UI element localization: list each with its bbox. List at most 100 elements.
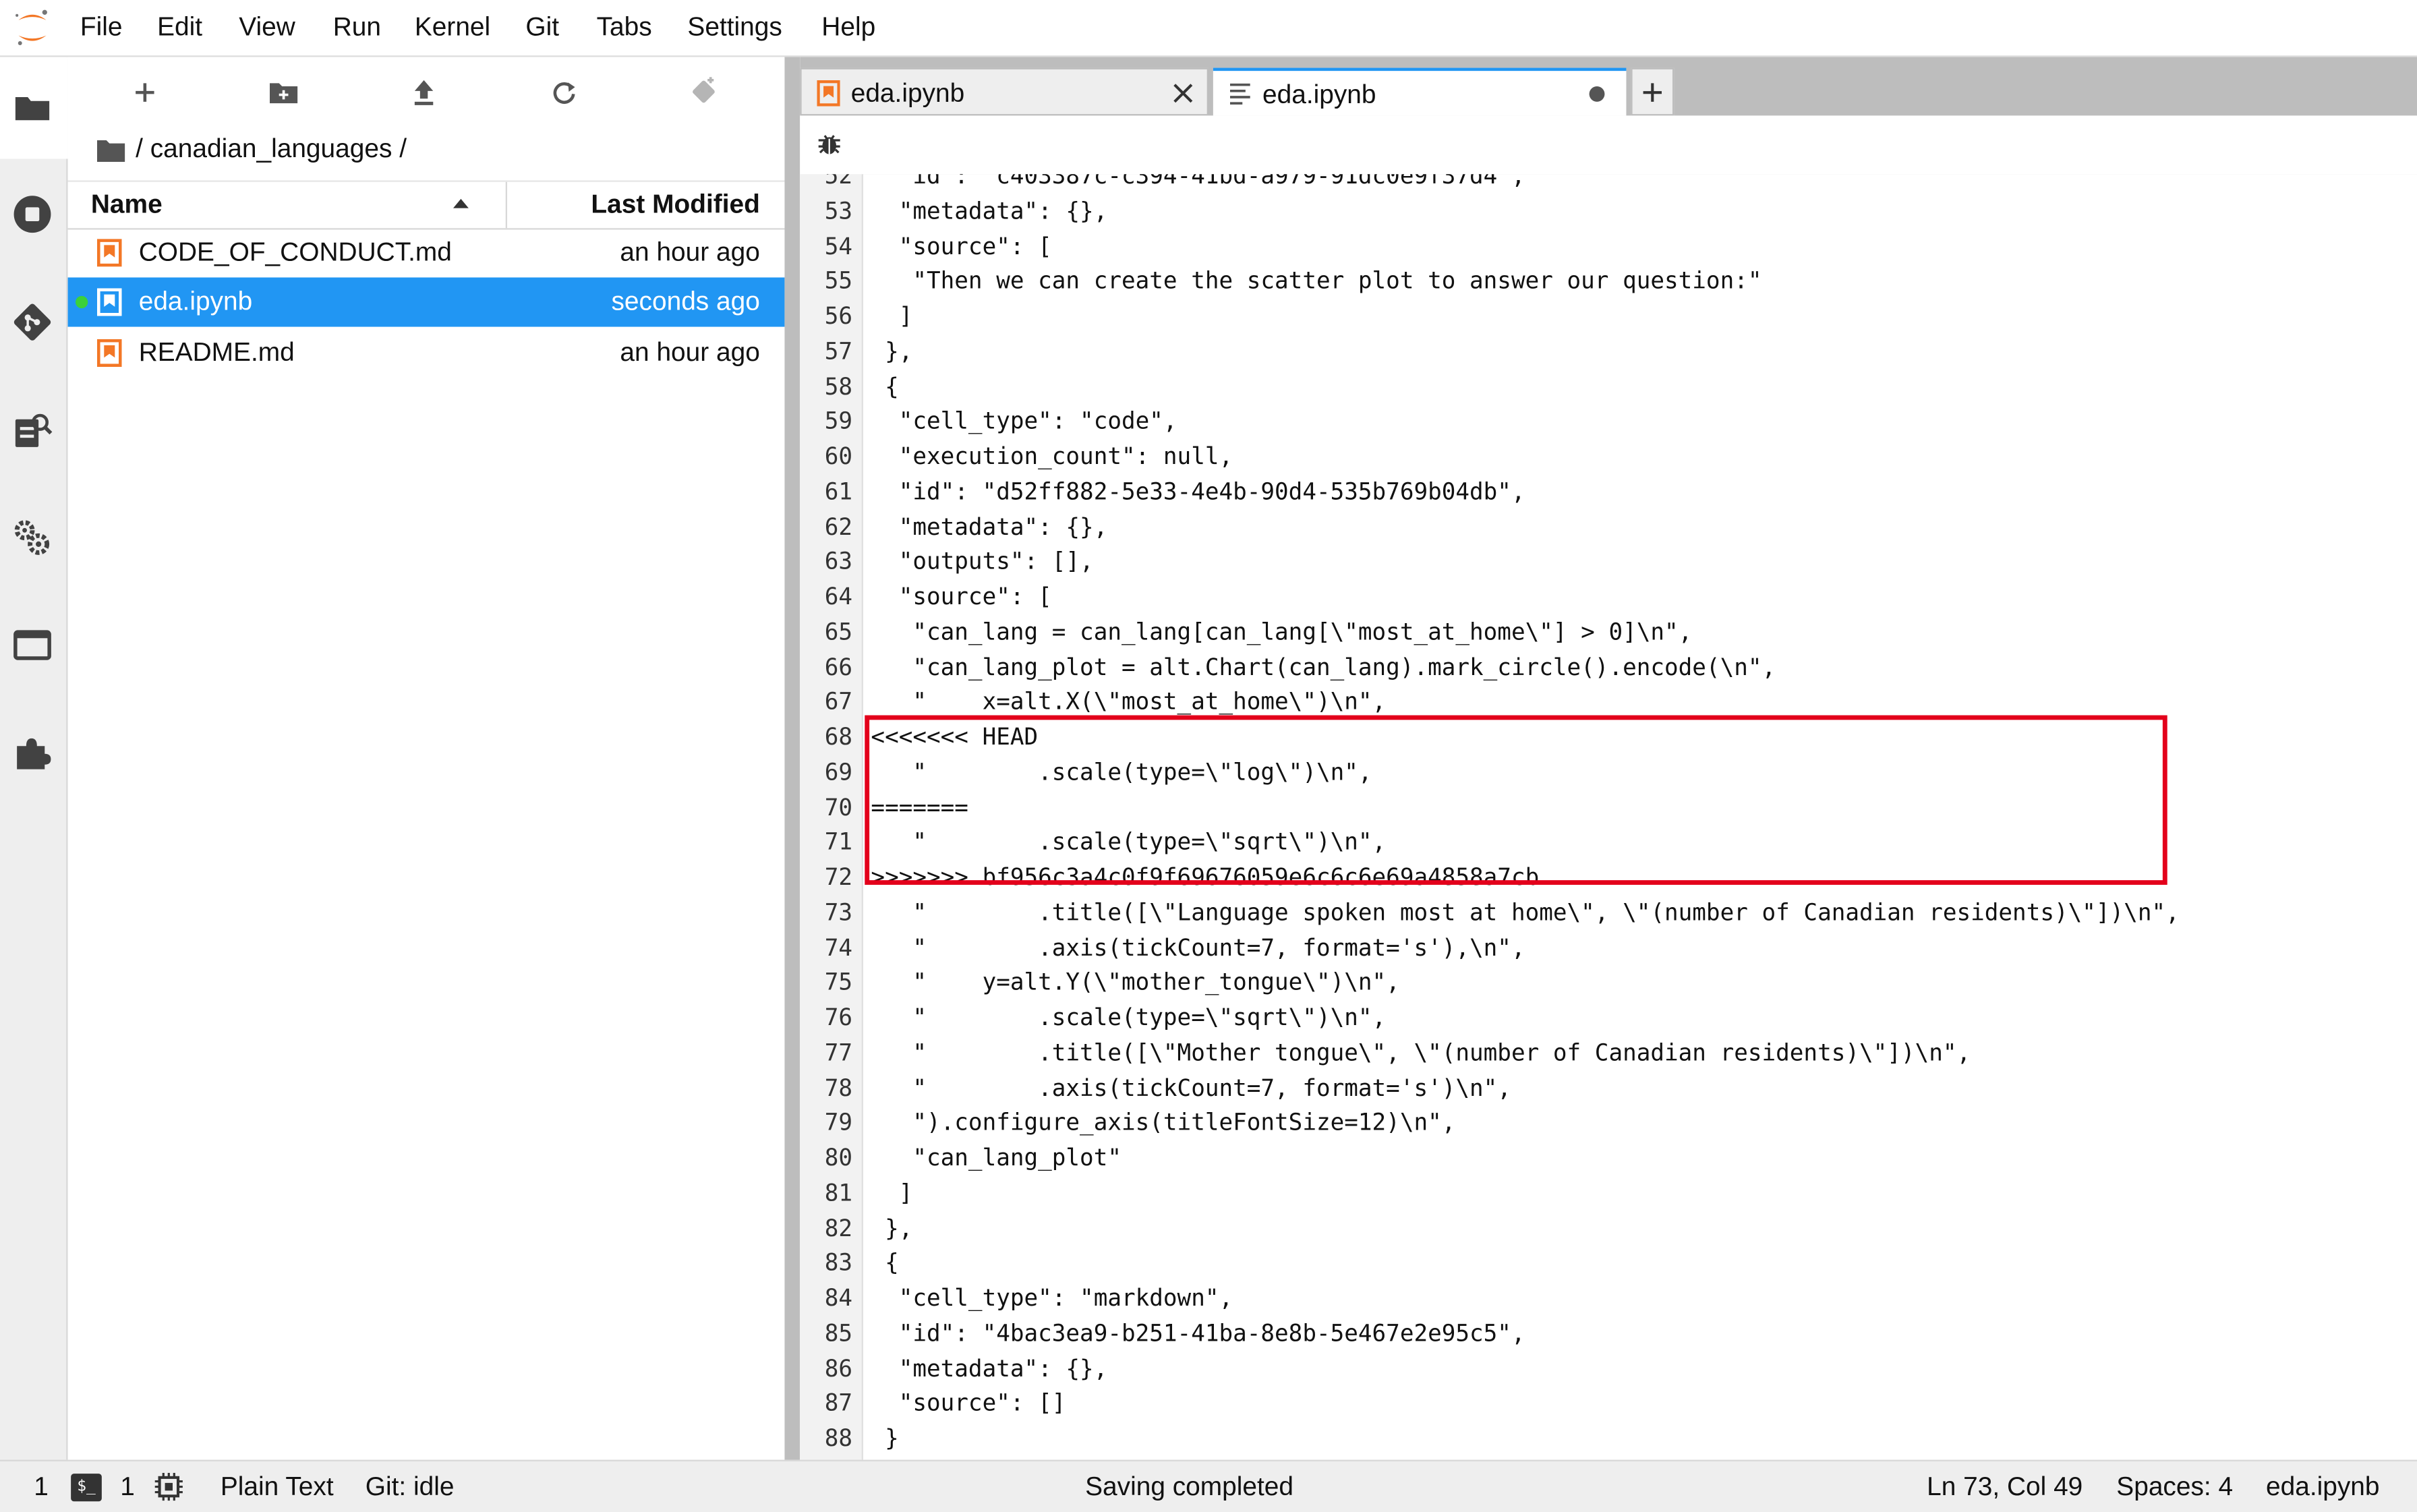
line-number: 63 bbox=[824, 548, 852, 576]
indentation[interactable]: Spaces: 4 bbox=[2116, 1461, 2233, 1512]
extensions-puzzle-icon[interactable] bbox=[12, 732, 52, 772]
column-last-modified[interactable]: Last Modified bbox=[591, 182, 759, 229]
merge-conflict-highlight bbox=[865, 715, 2167, 885]
menu-help[interactable]: Help bbox=[821, 0, 875, 55]
line-number: 66 bbox=[824, 653, 852, 681]
code-line[interactable]: "id": "4bac3ea9-b251-41ba-8e8b-5e467e2e9… bbox=[871, 1319, 1525, 1347]
code-line[interactable]: "cell_type": "code", bbox=[871, 407, 1177, 435]
column-divider[interactable] bbox=[505, 181, 508, 229]
kernel-chip-icon[interactable] bbox=[154, 1472, 183, 1501]
code-line[interactable]: ] bbox=[871, 1179, 913, 1206]
code-line[interactable]: "can_lang_plot" bbox=[871, 1144, 1122, 1171]
menu-view[interactable]: View bbox=[239, 0, 295, 55]
code-line[interactable]: " .axis(tickCount=7, format='s')\n", bbox=[871, 1074, 1511, 1101]
code-line[interactable]: "metadata": {}, bbox=[871, 197, 1108, 225]
cursor-position[interactable]: Ln 73, Col 49 bbox=[1927, 1461, 2083, 1512]
file-row-code-of-conduct[interactable]: CODE_OF_CONDUCT.md an hour ago bbox=[68, 228, 785, 277]
menu-tabs[interactable]: Tabs bbox=[597, 0, 652, 55]
line-number: 57 bbox=[824, 337, 852, 366]
code-line[interactable]: "source": [ bbox=[871, 583, 1052, 610]
line-number: 80 bbox=[824, 1144, 852, 1172]
column-name[interactable]: Name bbox=[91, 182, 163, 229]
terminal-count[interactable]: 1 bbox=[34, 1461, 49, 1512]
folder-icon[interactable] bbox=[12, 88, 52, 127]
code-line[interactable]: }, bbox=[871, 337, 912, 365]
code-line[interactable]: }, bbox=[871, 1214, 912, 1242]
folder-icon[interactable] bbox=[96, 137, 127, 163]
status-message: Saving completed bbox=[1085, 1472, 1294, 1502]
code-line[interactable]: "execution_count": null, bbox=[871, 442, 1233, 470]
panel-splitter[interactable] bbox=[784, 57, 800, 1460]
code-line[interactable]: "can_lang_plot = alt.Chart(can_lang).mar… bbox=[871, 653, 1776, 680]
jupyter-logo-icon[interactable] bbox=[12, 6, 52, 49]
left-sidebar-tabs bbox=[0, 57, 68, 1460]
line-number: 58 bbox=[824, 372, 852, 401]
kernel-count[interactable]: 1 bbox=[120, 1461, 135, 1512]
line-number: 55 bbox=[824, 267, 852, 295]
settings-gears-icon[interactable] bbox=[12, 518, 52, 558]
upload-icon[interactable] bbox=[403, 72, 446, 112]
code-line[interactable]: " .scale(type=\"sqrt\")\n", bbox=[871, 1004, 1386, 1031]
code-line[interactable]: " .title([\"Language spoken most at home… bbox=[871, 898, 2179, 926]
code-line[interactable]: ] bbox=[871, 302, 913, 330]
code-line[interactable]: { bbox=[871, 372, 899, 400]
code-line[interactable]: "source": [] bbox=[871, 1389, 1066, 1417]
menu-run[interactable]: Run bbox=[333, 0, 381, 55]
git-icon[interactable] bbox=[12, 302, 52, 342]
code-line[interactable]: "cell_type": "markdown", bbox=[871, 1284, 1233, 1312]
markdown-file-icon bbox=[97, 239, 122, 267]
new-folder-icon[interactable] bbox=[262, 72, 305, 112]
menu-kernel[interactable]: Kernel bbox=[415, 0, 490, 55]
code-line[interactable]: ").configure_axis(titleFontSize=12)\n", bbox=[871, 1109, 1455, 1136]
plus-icon bbox=[1643, 83, 1662, 102]
current-file: eda.ipynb bbox=[2266, 1472, 2380, 1502]
code-line[interactable]: } bbox=[871, 1424, 899, 1452]
refresh-icon[interactable] bbox=[543, 72, 586, 112]
code-line[interactable]: "Then we can create the scatter plot to … bbox=[871, 267, 1761, 295]
debugger-bug-icon[interactable] bbox=[817, 131, 842, 156]
line-number: 68 bbox=[824, 723, 852, 751]
code-line[interactable]: "outputs": [], bbox=[871, 548, 1094, 575]
code-line[interactable]: "source": [ bbox=[871, 232, 1052, 260]
terminal-icon[interactable]: $_ bbox=[71, 1474, 102, 1502]
tab-eda-text-editor[interactable]: eda.ipynb bbox=[1213, 67, 1627, 116]
line-number: 69 bbox=[824, 758, 852, 786]
file-row-readme[interactable]: README.md an hour ago bbox=[68, 328, 785, 378]
code-line[interactable]: "can_lang = can_lang[can_lang[\"most_at_… bbox=[871, 618, 1692, 645]
code-line[interactable]: " .title([\"Mother tongue\", \"(number o… bbox=[871, 1039, 1971, 1066]
close-icon[interactable] bbox=[1173, 83, 1193, 103]
menu-git[interactable]: Git bbox=[525, 0, 559, 55]
menu-edit[interactable]: Edit bbox=[157, 0, 202, 55]
code-line[interactable]: { bbox=[871, 1249, 899, 1277]
new-launcher-plus-icon[interactable] bbox=[123, 72, 167, 112]
main-dock-area: eda.ipynb eda.ipynb 52 53 54 55 56 57 58… bbox=[800, 57, 2417, 1460]
tabs-panel-icon[interactable] bbox=[12, 624, 52, 664]
file-row-eda-notebook[interactable]: eda.ipynb seconds ago bbox=[67, 277, 785, 327]
code-line[interactable]: " .axis(tickCount=7, format='s'),\n", bbox=[871, 933, 1525, 961]
property-inspector-icon[interactable] bbox=[12, 410, 53, 450]
menu-file[interactable]: File bbox=[80, 0, 123, 55]
tab-eda-notebook[interactable]: eda.ipynb bbox=[800, 67, 1209, 116]
breadcrumb-path[interactable]: / canadian_languages / bbox=[136, 131, 407, 168]
file-mode[interactable]: Plain Text bbox=[221, 1461, 334, 1512]
running-sessions-icon[interactable] bbox=[12, 194, 52, 234]
code-line[interactable]: " y=alt.Y(\"mother_tongue\")\n", bbox=[871, 968, 1400, 996]
line-number: 87 bbox=[824, 1389, 852, 1418]
git-clone-icon[interactable] bbox=[681, 72, 724, 112]
line-number: 81 bbox=[824, 1179, 852, 1207]
unsaved-dot-icon[interactable] bbox=[1589, 86, 1605, 102]
code-line[interactable]: "metadata": {}, bbox=[871, 1354, 1108, 1382]
code-line[interactable]: "id": "d52ff882-5e33-4e4b-90d4-535b769b0… bbox=[871, 477, 1525, 505]
code-editor[interactable]: 52 53 54 55 56 57 58 59 60 61 62 63 64 65 66 67 68 69 70 71… bbox=[800, 174, 2417, 1460]
text-file-icon bbox=[1230, 83, 1250, 105]
code-line[interactable]: " x=alt.X(\"most_at_home\")\n", bbox=[871, 688, 1386, 716]
code-line[interactable]: "metadata": {}, bbox=[871, 513, 1108, 540]
code-line[interactable]: "id": "c403387c-c394-41bd-a979-91dc0e9f3… bbox=[871, 174, 1525, 190]
git-status[interactable]: Git: idle bbox=[366, 1461, 455, 1512]
menu-settings[interactable]: Settings bbox=[687, 0, 782, 55]
line-number: 62 bbox=[824, 513, 852, 541]
file-name: eda.ipynb bbox=[138, 287, 253, 316]
line-number: 67 bbox=[824, 688, 852, 716]
sort-ascending-icon bbox=[453, 198, 469, 208]
new-tab-button[interactable] bbox=[1631, 67, 1675, 116]
